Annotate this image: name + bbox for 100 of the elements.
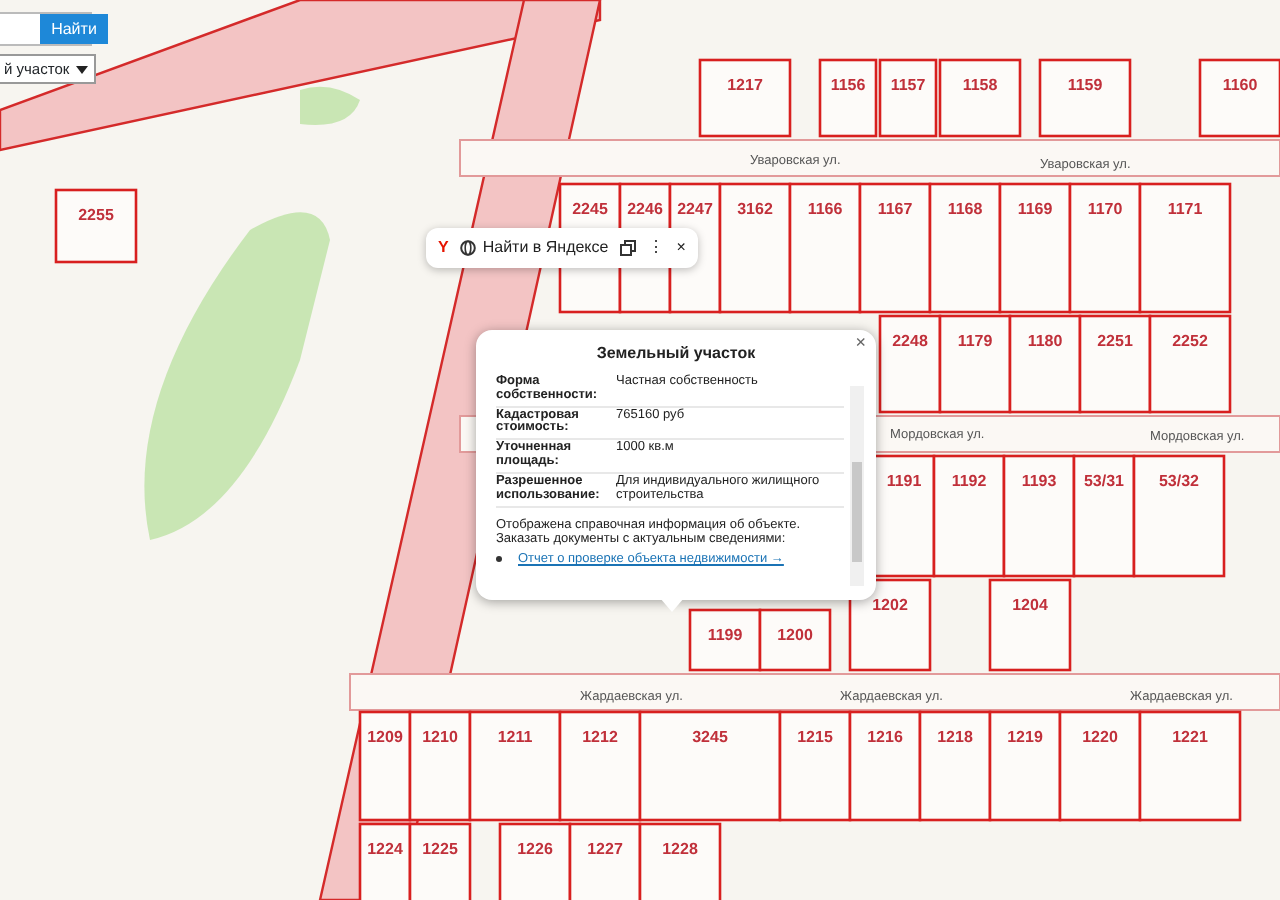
parcel-number: 1160 [1222, 76, 1258, 94]
land-parcel[interactable] [872, 454, 936, 578]
copy-icon[interactable] [620, 240, 637, 256]
land-parcel[interactable] [54, 188, 138, 264]
parcel-number: 1218 [937, 728, 973, 746]
land-parcel[interactable] [932, 454, 1006, 578]
parcel-number: 2252 [1172, 332, 1208, 350]
land-parcel[interactable] [818, 58, 878, 138]
parcel-number: 1170 [1087, 200, 1123, 218]
parcel-number: 1212 [582, 728, 618, 746]
land-parcel[interactable] [858, 182, 932, 314]
land-parcel[interactable] [718, 182, 792, 314]
parcel-number: 1192 [951, 472, 987, 490]
parcel-number: 1226 [517, 840, 553, 858]
scrollbar-thumb[interactable] [852, 462, 862, 562]
land-parcel[interactable] [1068, 182, 1142, 314]
parcel-number: 1157 [890, 76, 926, 94]
find-in-yandex-button[interactable]: Найти в Яндексе [460, 236, 609, 260]
parcel-number: 2246 [627, 200, 663, 218]
parcel-number: 1156 [830, 76, 866, 94]
land-parcel[interactable] [938, 314, 1012, 414]
parcel-number: 1217 [727, 76, 763, 94]
parcel-number: 1228 [662, 840, 698, 858]
parcel-number: 1179 [957, 332, 993, 350]
parcel-number: 1158 [962, 76, 998, 94]
yandex-logo-button[interactable]: Y [438, 236, 449, 260]
land-parcel[interactable] [558, 710, 642, 822]
popup-title: Земельный участок [594, 342, 758, 366]
parcel-number: 1171 [1167, 200, 1203, 218]
parcel-number: 2245 [572, 200, 608, 218]
land-parcel[interactable] [1138, 710, 1242, 822]
bullet-icon [496, 556, 502, 563]
land-parcel[interactable] [988, 710, 1062, 822]
caret-icon [76, 65, 88, 73]
land-parcel[interactable] [778, 710, 852, 822]
parcel-number: 2247 [677, 200, 713, 218]
parcel-number: 1210 [422, 728, 458, 746]
parcel-number: 1180 [1027, 332, 1063, 350]
parcel-number: 1219 [1007, 728, 1043, 746]
land-parcel[interactable] [878, 314, 942, 414]
land-parcel[interactable] [788, 182, 862, 314]
parcel-number: 53/31 [1083, 472, 1125, 490]
land-parcel[interactable] [468, 710, 562, 822]
parcel-number: 53/32 [1158, 472, 1200, 490]
land-parcel[interactable] [878, 58, 938, 138]
land-parcel[interactable] [998, 182, 1072, 314]
land-parcel[interactable] [498, 822, 572, 900]
land-parcel[interactable] [1008, 314, 1082, 414]
land-parcel[interactable] [1132, 454, 1226, 578]
land-parcel[interactable] [358, 822, 412, 900]
parcel-number: 1199 [707, 626, 743, 644]
parcel-number: 1204 [1012, 596, 1048, 614]
more-button[interactable]: ⋮ [648, 236, 665, 260]
land-parcel[interactable] [1148, 314, 1232, 414]
park-area [300, 86, 360, 125]
find-button[interactable]: Найти [40, 14, 108, 44]
parcel-number: 1221 [1172, 728, 1208, 746]
land-parcel[interactable] [938, 58, 1022, 138]
parcel-number: 1169 [1017, 200, 1053, 218]
parcel-number: 1166 [807, 200, 843, 218]
land-parcel[interactable] [568, 822, 642, 900]
land-parcel[interactable] [928, 182, 1002, 314]
land-parcel[interactable] [408, 822, 472, 900]
scrollbar[interactable] [850, 386, 864, 586]
parcel-number: 2255 [78, 206, 114, 224]
land-parcel[interactable] [1072, 454, 1136, 578]
parcel-number: 1200 [777, 626, 813, 644]
land-parcel[interactable] [1038, 58, 1132, 138]
parcel-number: 1167 [877, 200, 913, 218]
parcel-number: 3162 [737, 200, 773, 218]
land-parcel[interactable] [1058, 710, 1142, 822]
land-parcel[interactable] [1138, 182, 1232, 314]
parcel-number: 1227 [587, 840, 623, 858]
parcel-number: 1211 [497, 728, 533, 746]
parcel-number: 1209 [367, 728, 403, 746]
land-parcel[interactable] [848, 578, 932, 672]
parcel-number: 1216 [867, 728, 903, 746]
parcel-number: 1224 [367, 840, 403, 858]
parcel-number: 1168 [947, 200, 983, 218]
land-parcel[interactable] [1002, 454, 1076, 578]
parcel-number: 1225 [422, 840, 458, 858]
land-parcel[interactable] [408, 710, 472, 822]
land-parcel[interactable] [758, 608, 832, 672]
land-parcel[interactable] [688, 608, 762, 672]
land-parcel[interactable] [358, 710, 412, 822]
parcel-number: 3245 [692, 728, 728, 746]
globe-icon [460, 240, 477, 256]
land-parcel[interactable] [918, 710, 992, 822]
parcel-number: 2251 [1097, 332, 1133, 350]
close-button[interactable]: × [855, 334, 866, 352]
land-parcel[interactable] [698, 58, 792, 138]
parcel-number: 1193 [1021, 472, 1057, 490]
close-button[interactable]: × [676, 236, 686, 260]
parcel-number: 2248 [892, 332, 928, 350]
parcel-number: 1202 [872, 596, 908, 614]
parcel-number: 1220 [1082, 728, 1118, 746]
land-parcel[interactable] [1078, 314, 1152, 414]
land-parcel[interactable] [988, 578, 1072, 672]
parcel-number: 1159 [1067, 76, 1103, 94]
land-parcel[interactable] [848, 710, 922, 822]
